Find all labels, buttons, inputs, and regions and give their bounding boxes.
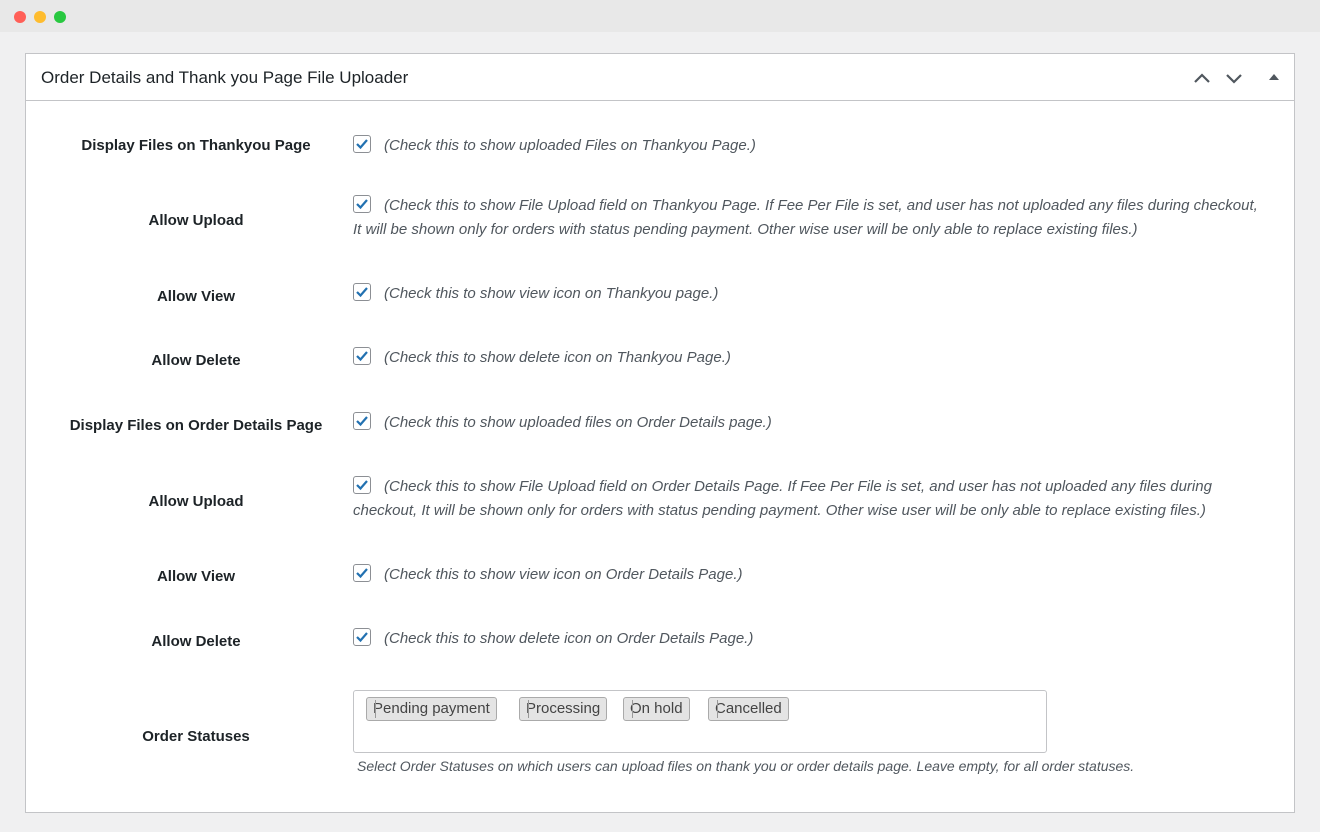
panel-title: Order Details and Thank you Page File Up… <box>41 68 409 87</box>
move-down-icon[interactable] <box>1224 68 1244 88</box>
status-chip-pending-payment[interactable]: Pending payment <box>366 697 497 721</box>
minimize-window-button[interactable] <box>34 11 46 23</box>
setting-description: (Check this to show delete icon on Thank… <box>384 349 731 366</box>
close-window-button[interactable] <box>14 11 26 23</box>
setting-description: (Check this to show delete icon on Order… <box>384 630 754 647</box>
setting-label: Allow Upload <box>148 212 244 229</box>
setting-label: Allow View <box>156 568 236 585</box>
status-chip-cancelled[interactable]: Cancelled <box>708 697 789 721</box>
chip-label: Cancelled <box>715 700 782 717</box>
order-statuses-select[interactable]: Pending payment Processing On hold Cance… <box>353 690 1047 753</box>
order-statuses-help: Select Order Statuses on which users can… <box>357 758 1135 774</box>
setting-description: (Check this to show File Upload field on… <box>353 197 1258 238</box>
allow-view-thankyou-checkbox[interactable] <box>353 283 371 301</box>
setting-description: (Check this to show view icon on Order D… <box>384 566 743 583</box>
setting-label: Order Statuses <box>142 728 250 745</box>
status-chip-on-hold[interactable]: On hold <box>623 697 690 721</box>
setting-label: Allow View <box>156 288 236 305</box>
remove-chip-icon[interactable] <box>375 700 376 718</box>
allow-delete-thankyou-checkbox[interactable] <box>353 347 371 365</box>
setting-label: Allow Delete <box>151 633 241 650</box>
setting-label: Allow Delete <box>151 352 241 369</box>
setting-description: (Check this to show uploaded files on Or… <box>384 414 772 431</box>
setting-label: Display Files on Order Details Page <box>69 417 323 434</box>
setting-label: Display Files on Thankyou Page <box>81 137 311 154</box>
setting-label: Allow Upload <box>148 493 244 510</box>
remove-chip-icon[interactable] <box>632 700 633 718</box>
toggle-panel-icon[interactable] <box>1264 68 1284 88</box>
panel-header: Order Details and Thank you Page File Up… <box>26 54 1294 101</box>
setting-description: (Check this to show uploaded Files on Th… <box>384 137 756 154</box>
maximize-window-button[interactable] <box>54 11 66 23</box>
window-titlebar <box>0 0 1320 32</box>
allow-view-order-details-checkbox[interactable] <box>353 564 371 582</box>
display-order-details-checkbox[interactable] <box>353 412 371 430</box>
chip-label: Pending payment <box>373 700 490 717</box>
remove-chip-icon[interactable] <box>717 700 718 718</box>
status-chip-processing[interactable]: Processing <box>519 697 608 721</box>
chip-label: Processing <box>526 700 601 717</box>
remove-chip-icon[interactable] <box>528 700 529 718</box>
allow-upload-thankyou-checkbox[interactable] <box>353 195 371 213</box>
setting-description: (Check this to show view icon on Thankyo… <box>384 285 719 302</box>
setting-description: (Check this to show File Upload field on… <box>353 478 1212 519</box>
allow-delete-order-details-checkbox[interactable] <box>353 628 371 646</box>
display-thankyou-checkbox[interactable] <box>353 135 371 153</box>
move-up-icon[interactable] <box>1192 68 1212 88</box>
chip-label: On hold <box>630 700 683 717</box>
allow-upload-order-details-checkbox[interactable] <box>353 476 371 494</box>
settings-panel: Order Details and Thank you Page File Up… <box>25 53 1295 813</box>
